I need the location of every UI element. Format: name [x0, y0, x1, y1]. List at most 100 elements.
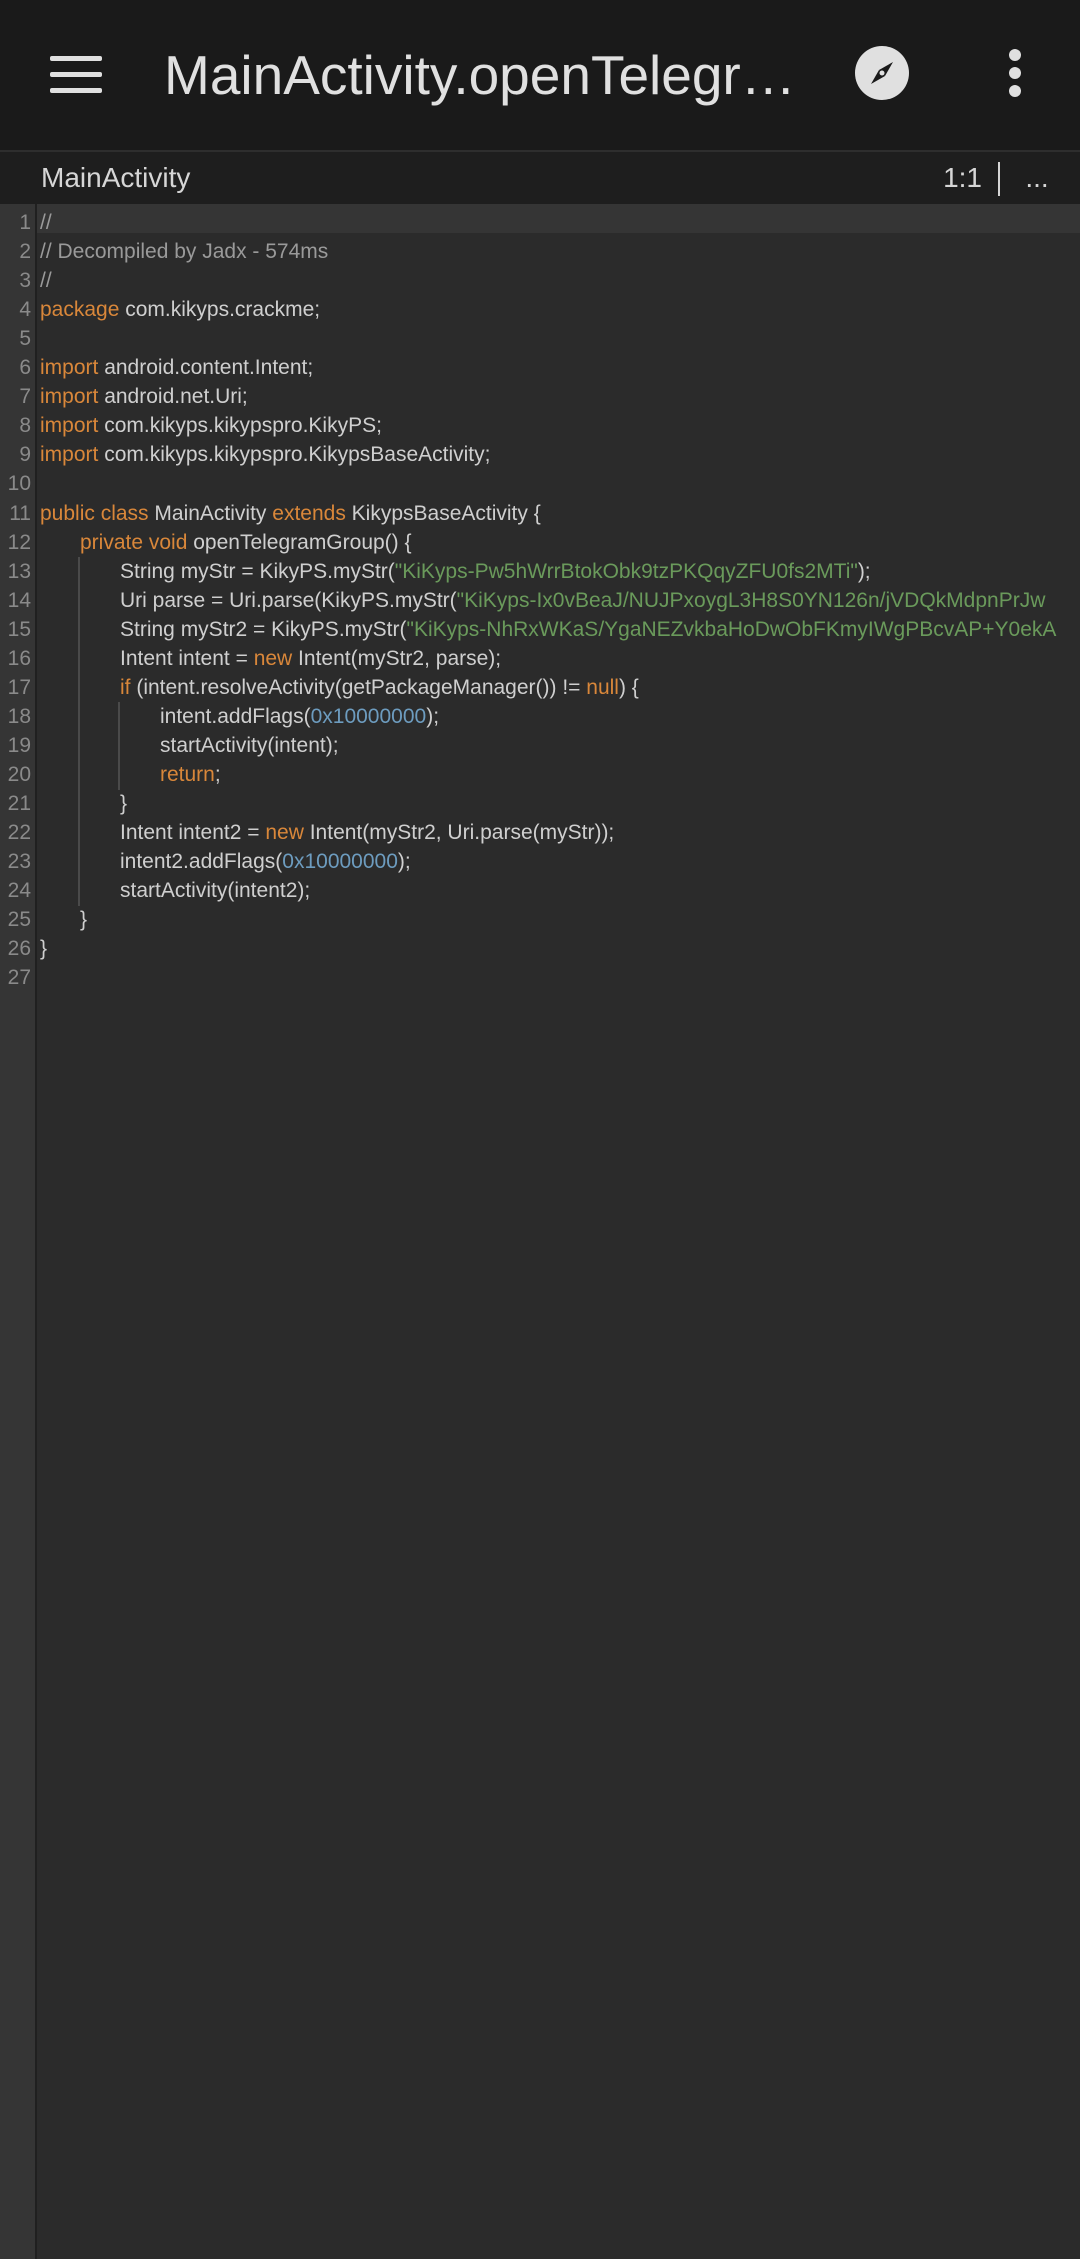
line-number: 12: [7, 530, 31, 554]
code-text: import android.net.Uri;: [40, 382, 248, 411]
code-text: public class MainActivity extends Kikyps…: [40, 499, 541, 528]
code-token-plain: android.net.Uri;: [98, 385, 248, 409]
hamburger-menu-icon: [50, 56, 102, 93]
line-number: 22: [7, 821, 31, 845]
code-token-plain: intent.addFlags(: [160, 704, 311, 728]
code-token-plain: com.kikyps.kikypspro.KikyPS;: [98, 414, 382, 438]
code-token-plain: }: [80, 908, 88, 932]
line-number: 7: [19, 385, 31, 409]
code-token-plain: );: [397, 850, 411, 874]
line-number: 18: [7, 704, 31, 728]
line-number: 13: [7, 559, 31, 583]
code-token-keyword: package: [40, 298, 120, 322]
line-number: 24: [7, 879, 31, 903]
code-line: 4 package com.kikyps.crackme;: [0, 295, 1080, 324]
line-number: 6: [19, 356, 31, 380]
code-text: Intent intent2 = new Intent(myStr2, Uri.…: [120, 818, 614, 847]
code-line: 7 import android.net.Uri;: [0, 382, 1080, 411]
indent-guide: [78, 585, 80, 616]
code-token-plain: Intent intent2 =: [120, 821, 266, 845]
code-line: 11 public class MainActivity extends Kiky…: [0, 499, 1080, 528]
line-number: 9: [19, 443, 31, 467]
code-token-keyword: new: [265, 821, 304, 845]
code-text: }: [40, 934, 47, 963]
code-token-plain: String myStr2 = KikyPS.myStr(: [120, 617, 407, 641]
code-text: //: [40, 208, 52, 237]
code-token-number: 0x10000000: [310, 704, 427, 728]
code-token-comment: //: [40, 211, 52, 234]
code-line: 1 //: [0, 208, 1080, 237]
code-text: //: [40, 266, 52, 295]
code-token-keyword: null: [586, 675, 619, 699]
tab-mainactivity[interactable]: MainActivity: [41, 152, 190, 204]
code-token-keyword: extends: [272, 501, 346, 525]
code-token-keyword: if: [120, 675, 131, 699]
code-token-string: "KiKyps-Ix0vBeaJ/NUJPxoygL3H8S0YN126n/jV…: [456, 588, 1046, 612]
code-line: 14 Uri parse = Uri.parse(KikyPS.myStr("Ki…: [0, 585, 1080, 616]
code-line: 13 String myStr = KikyPS.myStr("KiKyps-Pw…: [0, 556, 1080, 587]
code-token-keyword: import: [40, 443, 99, 467]
line-number: 8: [19, 414, 31, 438]
indent-guide: [118, 730, 120, 761]
more-vertical-icon: [1009, 49, 1021, 97]
code-token-plain: }: [120, 792, 128, 815]
cursor-position[interactable]: 1:1: [920, 152, 982, 204]
code-token-keyword: import: [40, 414, 99, 438]
code-token-number: 0x10000000: [282, 850, 398, 874]
code-text: startActivity(intent2);: [120, 876, 310, 905]
code-token-string: "KiKyps-Pw5hWrrBtokObk9tzPKQqyZFU0fs2MTi…: [394, 559, 858, 583]
code-line: 24 startActivity(intent2);: [0, 876, 1080, 907]
indent-guide: [118, 701, 120, 732]
code-text: import com.kikyps.kikypspro.KikyPS;: [40, 411, 382, 440]
code-line: 15 String myStr2 = KikyPS.myStr("KiKyps-N…: [0, 614, 1080, 645]
code-token-plain: Uri parse = Uri.parse(KikyPS.myStr(: [120, 588, 457, 612]
code-token-plain: Intent(myStr2, parse);: [292, 646, 502, 670]
code-token-plain: android.content.Intent;: [98, 356, 314, 380]
line-number: 11: [9, 501, 31, 525]
code-text: Intent intent = new Intent(myStr2, parse…: [120, 644, 501, 673]
page-title: MainActivity.openTelegr…: [164, 44, 796, 106]
menu-button[interactable]: [28, 33, 124, 117]
overflow-menu-button[interactable]: [975, 33, 1055, 113]
navigate-button[interactable]: [842, 33, 922, 113]
code-text: // Decompiled by Jadx - 574ms: [40, 237, 328, 266]
code-line: 10: [0, 469, 1080, 498]
code-token-string: "KiKyps-NhRxWKaS/YgaNEZvkbaHoDwObFKmyIWg…: [406, 617, 1057, 641]
tab-separator: [998, 162, 1000, 196]
indent-guide: [78, 789, 80, 819]
code-line: 20 return;: [0, 759, 1080, 790]
code-line: 22 Intent intent2 = new Intent(myStr2, Ur…: [0, 818, 1080, 849]
code-token-keyword: new: [253, 646, 293, 670]
code-line: 26}: [0, 934, 1080, 963]
indent-guide: [78, 643, 80, 674]
code-editor[interactable]: 1 // 2 // Decompiled by Jadx - 574ms 3 // 4 pac…: [0, 204, 1080, 2259]
indent-guide: [78, 876, 80, 907]
indent-guide: [78, 672, 80, 703]
tab-more-button[interactable]: ...: [1012, 152, 1062, 204]
line-number: 16: [7, 646, 31, 670]
indent-guide: [78, 818, 80, 849]
code-text: String myStr2 = KikyPS.myStr("KiKyps-NhR…: [120, 615, 1056, 644]
code-text: intent.addFlags(0x10000000);: [160, 702, 439, 731]
indent-guide: [78, 759, 80, 790]
line-number: 25: [7, 908, 31, 932]
code-text: intent2.addFlags(0x10000000);: [120, 847, 411, 876]
code-line: 18 intent.addFlags(0x10000000);: [0, 701, 1080, 732]
line-number: 19: [7, 733, 31, 757]
code-token-keyword: private void: [80, 530, 188, 554]
line-number: 27: [7, 966, 31, 990]
code-text: private void openTelegramGroup() {: [80, 528, 412, 557]
code-token-plain: ) {: [618, 675, 639, 699]
code-text: startActivity(intent);: [160, 731, 339, 760]
indent-guide: [78, 847, 80, 878]
code-line: 9 import com.kikyps.kikypspro.KikypsBaseA…: [0, 440, 1080, 469]
code-token-plain: com.kikyps.kikypspro.KikypsBaseActivity;: [98, 443, 491, 467]
code-token-plain: startActivity(intent2);: [120, 879, 311, 903]
code-token-keyword: import: [40, 356, 99, 380]
code-text: }: [80, 905, 87, 934]
code-token-plain: (intent.resolveActivity(getPackageManage…: [130, 675, 587, 699]
code-token-comment: //: [40, 269, 52, 293]
code-token-plain: String myStr = KikyPS.myStr(: [120, 559, 395, 583]
code-token-plain: }: [40, 937, 48, 961]
line-number: 23: [7, 850, 31, 874]
